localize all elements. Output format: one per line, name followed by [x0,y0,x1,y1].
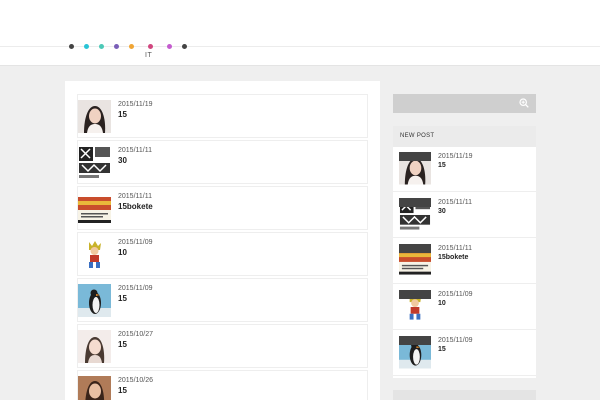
sidebar-post-thumbnail[interactable] [399,198,431,231]
post-card[interactable]: 2015/11/11 15bokete [77,186,368,230]
post-date: 2015/11/09 [118,239,153,246]
sidebar-post[interactable]: 2015/11/19 15 [393,147,536,192]
post-title[interactable]: 15 [118,110,127,119]
nav-line [0,46,600,47]
nav-category-it[interactable]: IT [145,52,152,59]
sidebar-post[interactable]: 2015/11/11 15bokete [393,239,536,284]
post-title[interactable]: 15 [118,386,127,395]
post-thumbnail[interactable] [78,376,111,400]
sidebar-post[interactable]: 2015/11/09 10 [393,285,536,330]
post-thumbnail[interactable] [78,192,111,225]
sidebar-post-thumbnail[interactable] [399,244,431,277]
sidebar-post-title[interactable]: 30 [438,208,446,215]
post-thumbnail[interactable] [78,238,111,271]
post-title[interactable]: 15bokete [118,202,153,211]
post-thumbnail[interactable] [78,330,111,363]
sidebar-post[interactable]: 2015/11/09 15 [393,331,536,376]
sidebar-post-date: 2015/11/09 [438,337,473,344]
post-date: 2015/11/19 [118,101,153,108]
sidebar-post-date: 2015/11/11 [438,245,472,252]
sidebar-post-date: 2015/11/09 [438,291,473,298]
thumbnail-ribbon [399,244,431,253]
nav-dot-5[interactable] [129,44,134,49]
nav-dot-7[interactable] [167,44,172,49]
sidebar-post-title[interactable]: 15 [438,162,446,169]
post-date: 2015/11/09 [118,285,153,292]
new-post-widget: NEW POST 2015/11/19 15 2015/11/11 30 201… [393,126,536,378]
sidebar-post-date: 2015/11/11 [438,199,472,206]
post-title[interactable]: 30 [118,156,127,165]
thumbnail-ribbon [399,336,431,345]
sidebar-post-thumbnail[interactable] [399,336,431,369]
sidebar-post-title[interactable]: 15 [438,346,446,353]
nav-dot-6[interactable] [148,44,153,49]
zoom-in-icon[interactable] [519,98,529,108]
post-date: 2015/11/11 [118,193,152,200]
post-thumbnail[interactable] [78,146,111,179]
nav-dot-3[interactable] [99,44,104,49]
thumbnail-ribbon [399,290,431,299]
thumbnail-ribbon [399,152,431,161]
nav-dot-2[interactable] [84,44,89,49]
sidebar-post-date: 2015/11/19 [438,153,473,160]
post-card[interactable]: 2015/11/19 15 [77,94,368,138]
sidebar-post-thumbnail[interactable] [399,290,431,323]
sidebar-post-title[interactable]: 15bokete [438,254,468,261]
post-title[interactable]: 10 [118,248,127,257]
sidebar-post-title[interactable]: 10 [438,300,446,307]
post-thumbnail[interactable] [78,100,111,133]
post-card[interactable]: 2015/10/27 15 [77,324,368,368]
nav-dot-4[interactable] [114,44,119,49]
post-list: 2015/11/19 15 2015/11/11 30 2015/11/11 1… [65,81,380,400]
post-card[interactable]: 2015/11/11 30 [77,140,368,184]
post-date: 2015/11/11 [118,147,152,154]
nav-dot-1[interactable] [69,44,74,49]
post-date: 2015/10/26 [118,377,154,384]
post-date: 2015/10/27 [118,331,154,338]
post-card[interactable]: 2015/10/26 15 [77,370,368,400]
sidebar-post[interactable]: 2015/11/11 30 [393,193,536,238]
post-title[interactable]: 15 [118,340,127,349]
post-card[interactable]: 2015/11/09 10 [77,232,368,276]
thumbnail-ribbon [399,198,431,207]
sidebar-search-bar[interactable] [393,94,536,113]
new-post-heading: NEW POST [393,126,536,147]
post-thumbnail[interactable] [78,284,111,317]
post-card[interactable]: 2015/11/09 15 [77,278,368,322]
new-post-heading-label: NEW POST [400,133,435,139]
sidebar-post-thumbnail[interactable] [399,152,431,185]
sidebar-widget-next [393,390,536,400]
site-header [0,0,600,66]
nav-dot-8[interactable] [182,44,187,49]
post-title[interactable]: 15 [118,294,127,303]
